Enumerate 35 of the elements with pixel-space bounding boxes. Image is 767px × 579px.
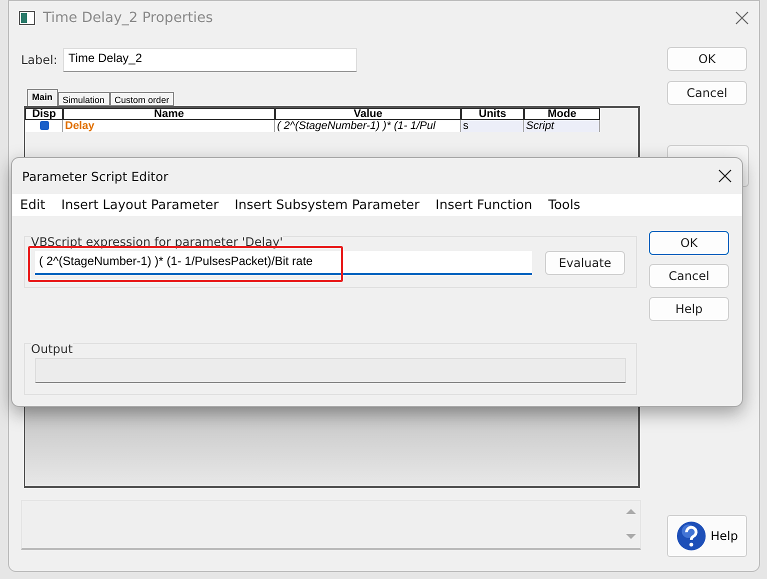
column-header: Disp	[25, 108, 63, 120]
dialog-button[interactable]: OK	[667, 47, 747, 71]
dialog-button[interactable]: Help	[649, 297, 729, 321]
help-icon	[676, 520, 707, 552]
menu-item[interactable]: Tools	[548, 198, 580, 212]
checkbox[interactable]	[40, 121, 49, 130]
menu-item[interactable]: Insert Layout Parameter	[61, 198, 219, 212]
column-header: Value	[275, 108, 461, 120]
tab[interactable]: Custom order	[110, 92, 174, 106]
dialog-button[interactable]: Cancel	[667, 81, 747, 105]
column-header: Units	[461, 108, 524, 120]
label-caption: Label:	[21, 53, 58, 67]
table-cell: s	[461, 120, 524, 132]
tab[interactable]: Main	[27, 89, 58, 106]
help-button[interactable]: Help	[667, 515, 747, 557]
menu-item[interactable]: Insert Subsystem Parameter	[234, 198, 420, 212]
tab[interactable]: Simulation	[58, 92, 110, 106]
output-field[interactable]	[35, 358, 626, 383]
window-icon	[19, 11, 35, 25]
column-header: Mode	[524, 108, 600, 120]
evaluate-button[interactable]: Evaluate	[545, 251, 625, 275]
dialog-button[interactable]: OK	[649, 231, 729, 255]
window-title: Time Delay_2 Properties	[43, 10, 214, 26]
table-cell: Script	[524, 120, 600, 132]
dialog-title: Parameter Script Editor	[22, 168, 168, 184]
menu-item[interactable]: Insert Function	[436, 198, 532, 212]
close-icon[interactable]	[718, 169, 732, 183]
dialog-button[interactable]: Cancel	[649, 264, 729, 288]
expression-field[interactable]: ( 2^(StageNumber-1) )* (1- 1/PulsesPacket)/Bit rate	[35, 251, 532, 275]
label-field[interactable]: Time Delay_2	[63, 48, 358, 72]
column-header: Name	[63, 108, 275, 120]
menu-item[interactable]: Edit	[20, 198, 46, 212]
table-cell: ( 2^(StageNumber-1) )* (1- 1/Pul	[275, 120, 461, 132]
group-label: Output	[31, 342, 73, 356]
table-cell: Delay	[63, 120, 275, 132]
